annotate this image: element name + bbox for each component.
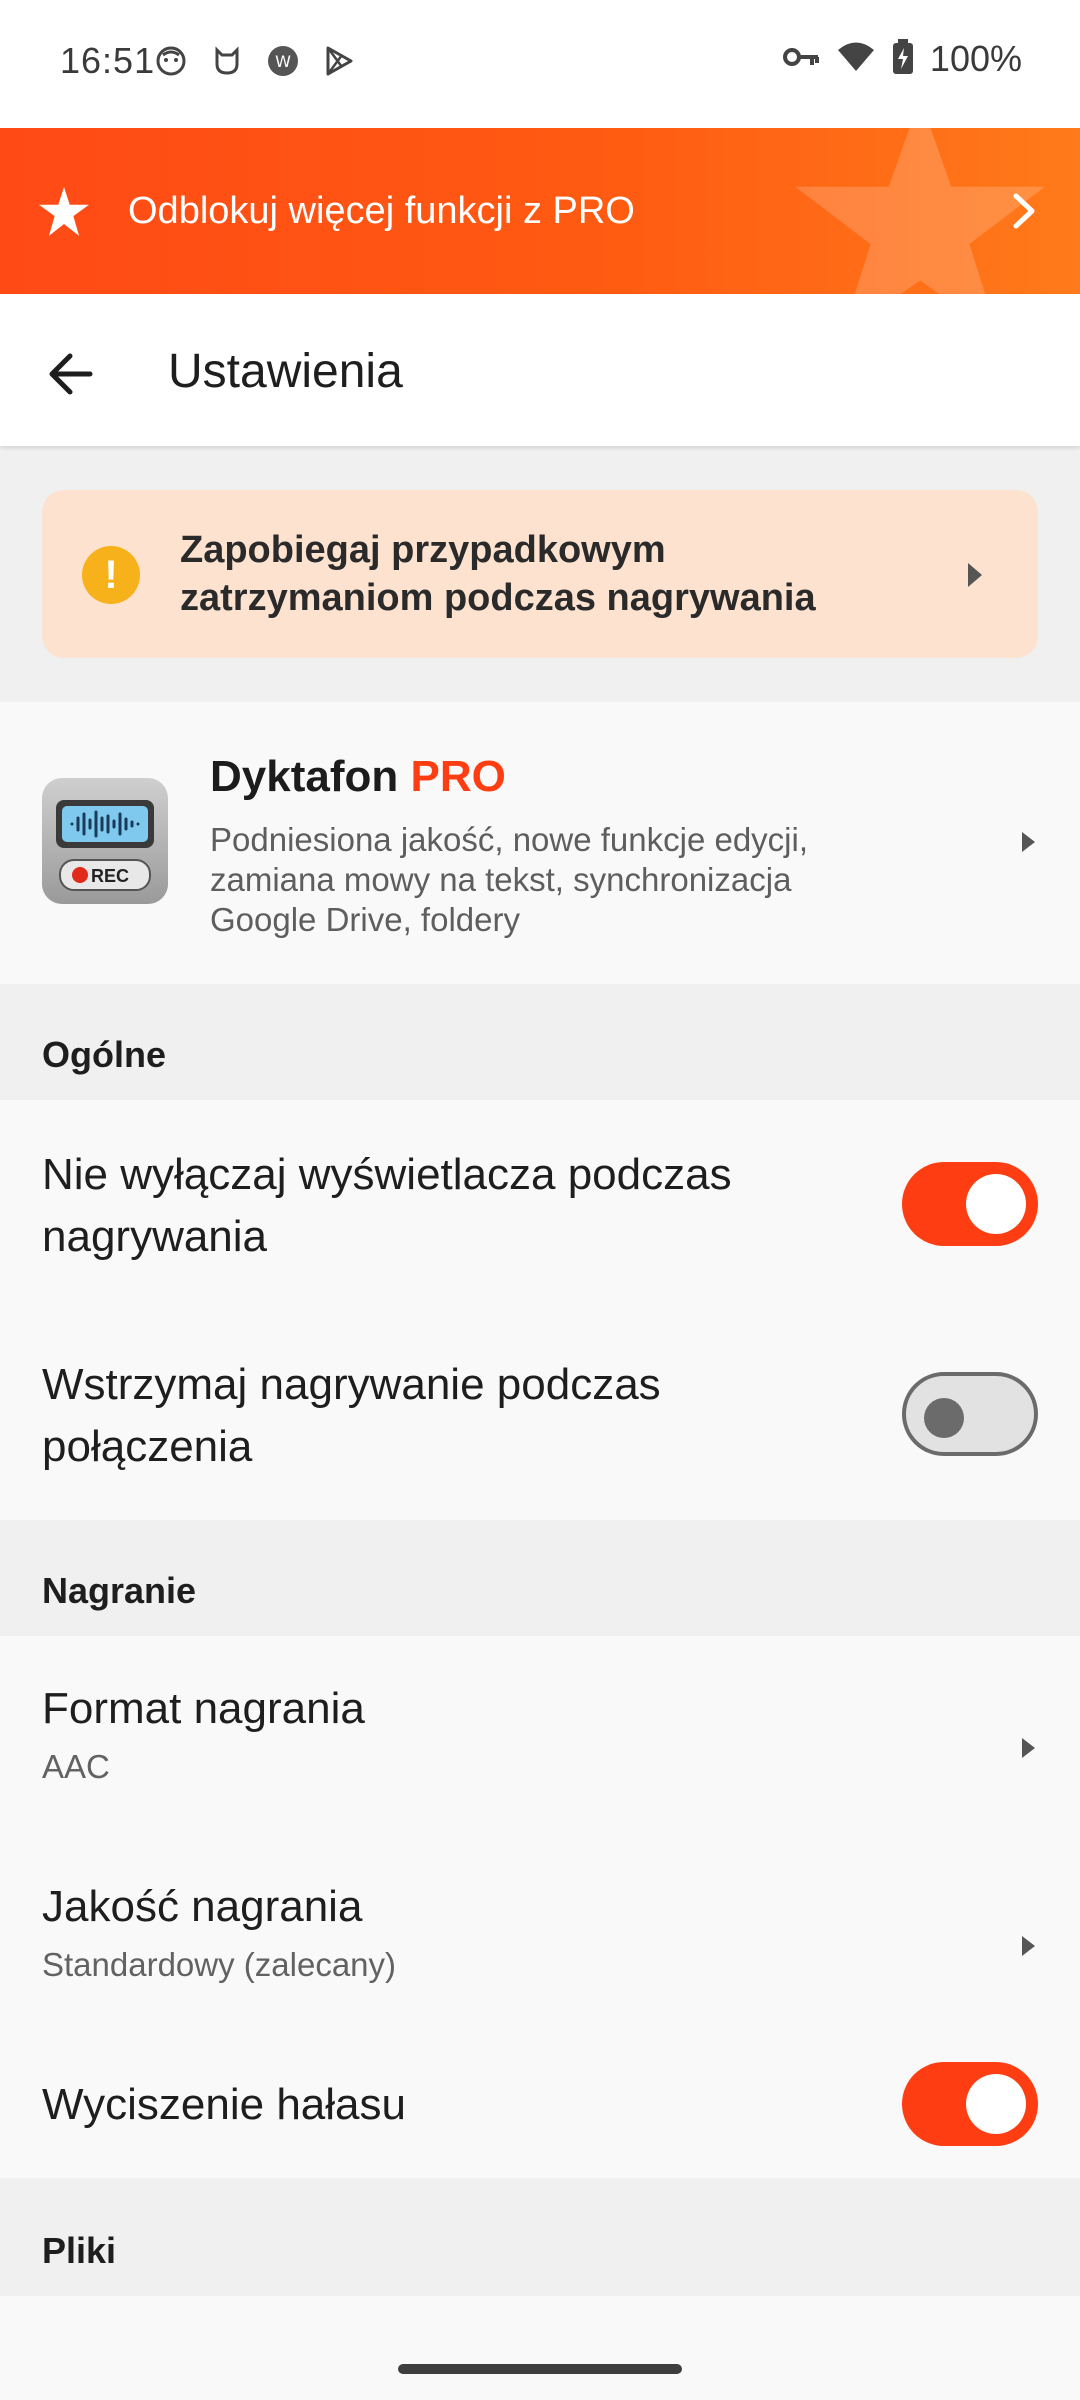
pro-app-name: Dyktafon [210,752,399,801]
toggle-knob [924,1398,964,1438]
noise-suppression-toggle[interactable] [902,2062,1038,2146]
pro-promo-item[interactable]: REC Dyktafon PRO Podniesiona jakość, now… [0,702,1080,984]
pro-desc-line-1: Podniesiona jakość, nowe funkcje edycji, [210,821,809,858]
status-time: 16:51 [60,40,156,81]
battery-icon [892,38,914,80]
app-notification-icon: W [266,44,300,78]
recording-format-value: AAC [42,1748,110,1785]
star-icon [39,187,89,236]
pro-title: Dyktafon PRO [210,752,506,802]
page-title: Ustawienia [168,345,403,398]
keep-screen-line-2: nagrywania [42,1212,268,1261]
warning-line-1: Zapobiegaj przypadkowym [180,529,666,571]
face-notification-icon [154,44,188,78]
chevron-right-icon [1013,193,1035,229]
play-store-icon [322,44,356,78]
recording-format-label: Format nagrania [42,1684,365,1733]
pro-desc-line-2: zamiana mowy na tekst, synchronizacja [210,861,792,898]
files-section [0,2296,1080,2400]
pro-description: Podniesiona jakość, nowe funkcje edycji,… [210,820,910,940]
vpn-key-icon [782,45,820,74]
cat-notification-icon [210,44,244,78]
general-section: Nie wyłączaj wyświetlacza podczas nagryw… [0,1100,1080,1520]
pro-upgrade-banner[interactable]: Odblokuj więcej funkcji z PRO [0,128,1080,294]
system-icons: 100% [782,38,1022,80]
notification-icons: W [154,44,356,78]
warning-text: Zapobiegaj przypadkowym zatrzymaniom pod… [180,526,816,622]
dictaphone-app-icon: REC [42,778,168,904]
pro-desc-line-3: Google Drive, foldery [210,901,520,938]
back-arrow-icon[interactable] [42,344,102,404]
rec-label: REC [91,866,129,886]
warning-line-2: zatrzymaniom podczas nagrywania [180,577,816,619]
gesture-nav-handle[interactable] [398,2364,682,2374]
wifi-icon [836,41,876,78]
exclamation-icon: ! [82,546,140,604]
noise-suppression-label: Wyciszenie hałasu [42,2080,406,2129]
app-bar: Ustawienia [0,294,1080,446]
promo-text: Odblokuj więcej funkcji z PRO [128,190,635,232]
svg-text:W: W [275,52,291,71]
recording-quality-label: Jakość nagrania [42,1882,363,1931]
recording-quality-value: Standardowy (zalecany) [42,1946,397,1983]
pause-call-line-1: Wstrzymaj nagrywanie podczas [42,1360,661,1409]
caret-right-icon [1022,1738,1035,1758]
keep-screen-on-label: Nie wyłączaj wyświetlacza podczas nagryw… [42,1144,732,1268]
battery-percent: 100% [929,38,1022,79]
toggle-knob [966,2074,1026,2134]
pause-on-call-label: Wstrzymaj nagrywanie podczas połączenia [42,1354,661,1478]
pro-badge-text: PRO [410,752,506,801]
section-header-recording: Nagranie [42,1570,197,1611]
section-header-general: Ogólne [42,1034,166,1075]
section-header-files: Pliki [42,2230,117,2271]
battery-optimization-warning[interactable]: ! Zapobiegaj przypadkowym zatrzymaniom p… [42,490,1038,658]
keep-screen-line-1: Nie wyłączaj wyświetlacza podczas [42,1150,732,1199]
keep-screen-on-toggle[interactable] [902,1162,1038,1246]
caret-right-icon [1022,1936,1035,1956]
status-bar: 16:51 W 100% [0,0,1080,128]
recording-section: Format nagrania AAC Jakość nagrania Stan… [0,1636,1080,2178]
toggle-knob [966,1174,1026,1234]
caret-right-icon [1022,832,1035,852]
caret-right-icon [968,563,982,587]
pause-call-line-2: połączenia [42,1422,253,1471]
pause-on-call-toggle[interactable] [902,1372,1038,1456]
